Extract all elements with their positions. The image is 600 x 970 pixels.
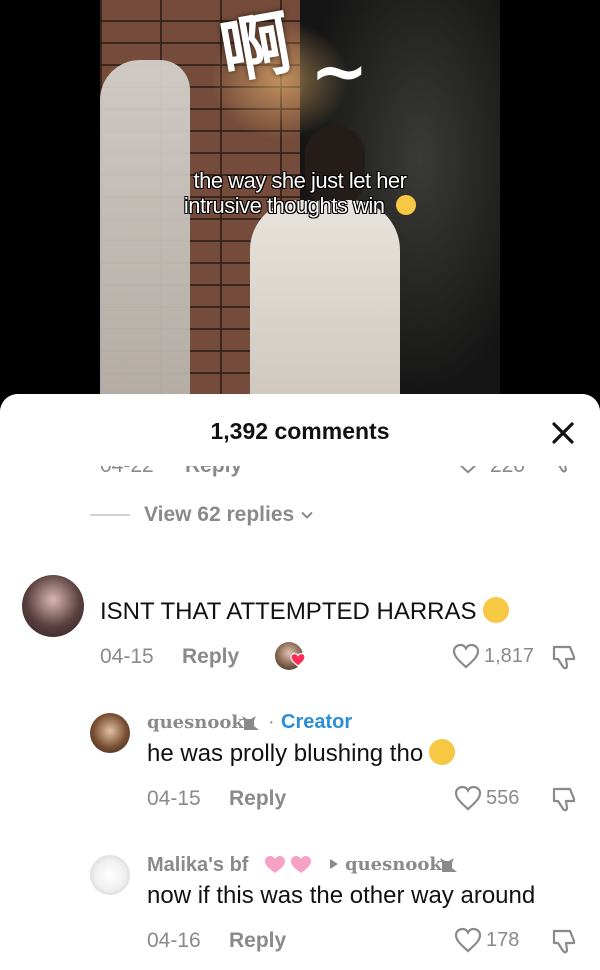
chevron-down-icon xyxy=(301,511,313,519)
girl-figure xyxy=(250,200,400,400)
comment-text: ISNT THAT ATTEMPTED HARRAS xyxy=(100,597,509,627)
creator-badge: Creator xyxy=(281,711,353,733)
reply-button[interactable]: Reply xyxy=(229,787,286,811)
reply-date: 04-16 xyxy=(147,929,201,952)
loudly-crying-face-icon xyxy=(482,597,509,623)
reply-button[interactable]: Reply xyxy=(182,645,239,669)
like-button[interactable]: 1,817 xyxy=(452,643,534,669)
reply-button[interactable]: Reply xyxy=(229,929,286,953)
heart-outline-icon xyxy=(454,785,482,811)
comment-text-content: ISNT THAT ATTEMPTED HARRAS xyxy=(100,598,477,625)
face-with-hand-over-mouth-icon xyxy=(429,739,456,765)
avatar[interactable] xyxy=(22,575,84,637)
reply-username[interactable]: Malika's bf xyxy=(147,854,248,877)
like-count: 178 xyxy=(486,928,520,951)
cat-icon xyxy=(242,716,259,730)
like-count: 556 xyxy=(486,786,520,809)
view-replies-label: View 62 replies xyxy=(144,503,295,526)
pink-hearts-icon xyxy=(265,856,311,873)
reply-text: now if this was the other way around xyxy=(147,882,536,909)
dislike-icon[interactable] xyxy=(550,643,578,671)
replies-divider-line xyxy=(90,514,130,516)
crying-face-icon xyxy=(396,195,417,215)
hooded-figure xyxy=(100,60,190,400)
reply-to-username[interactable]: quesnook xyxy=(345,854,442,875)
reply-username[interactable]: quesnook xyxy=(147,712,244,733)
like-button[interactable]: 556 xyxy=(454,785,519,811)
dislike-icon[interactable] xyxy=(550,927,578,955)
creator-liked-heart-icon xyxy=(290,652,306,667)
heart-outline-icon xyxy=(452,643,480,669)
video-frame: 啊 ~ the way she just let her intrusive t… xyxy=(100,0,500,400)
caption-line-2-text: intrusive thoughts win xyxy=(183,193,385,218)
reply-text-content: he was prolly blushing tho xyxy=(147,740,424,767)
avatar[interactable] xyxy=(90,713,130,753)
reply-text: he was prolly blushing tho xyxy=(147,739,456,769)
heart-outline-icon xyxy=(454,927,482,953)
caption-line-1: the way she just let her xyxy=(193,168,407,193)
reply-date: 04-15 xyxy=(147,787,201,810)
close-icon[interactable] xyxy=(546,416,580,450)
dislike-icon[interactable] xyxy=(550,785,578,813)
comments-header: 1,392 comments xyxy=(0,394,600,466)
overlay-tilde: ~ xyxy=(310,30,369,112)
video-player[interactable]: 啊 ~ the way she just let her intrusive t… xyxy=(0,0,600,400)
cat-icon xyxy=(440,858,457,872)
reply-arrow-icon xyxy=(330,859,338,869)
caption-line-2: intrusive thoughts win xyxy=(100,193,500,218)
like-count: 1,817 xyxy=(484,644,535,667)
view-replies-button[interactable]: View 62 replies xyxy=(90,502,314,528)
comments-sheet: 1,392 comments 04-22 Reply 220 View 62 r… xyxy=(0,394,600,970)
like-button[interactable]: 178 xyxy=(454,927,519,953)
video-caption: the way she just let her intrusive thoug… xyxy=(100,168,500,218)
separator-dot: · xyxy=(268,711,275,733)
comment-date: 04-15 xyxy=(100,645,154,668)
avatar[interactable] xyxy=(90,855,130,895)
comment-count-title: 1,392 comments xyxy=(210,418,390,444)
